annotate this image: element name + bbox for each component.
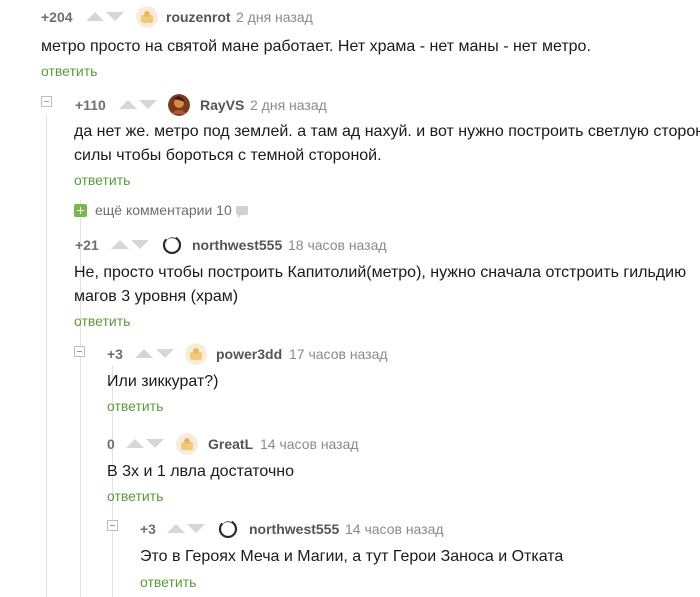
reply-link[interactable]: ответить xyxy=(74,172,130,188)
reply-link[interactable]: ответить xyxy=(74,313,130,329)
upvote-icon[interactable] xyxy=(86,12,104,21)
expand-plus-icon xyxy=(74,204,87,217)
user-photo-avatar[interactable] xyxy=(168,94,190,116)
comment-timestamp: 14 часов назад xyxy=(345,521,444,537)
comment-rating: +3 xyxy=(140,521,156,537)
comment-timestamp: 2 дня назад xyxy=(236,9,313,25)
comment-text-line: силы чтобы бороться с темной стороной. xyxy=(74,147,382,164)
upvote-icon[interactable] xyxy=(126,439,144,448)
ring-avatar-icon[interactable] xyxy=(161,234,183,256)
downvote-icon[interactable] xyxy=(156,349,174,358)
comment-bubble-icon xyxy=(236,206,248,218)
comment: 0 GreatL 14 часов назад В 3х и 1 лвла до… xyxy=(0,427,700,512)
comment-rating: +204 xyxy=(41,9,73,25)
comment-username[interactable]: northwest555 xyxy=(192,237,282,253)
downvote-icon[interactable] xyxy=(139,100,157,109)
comment: +3 power3dd 17 часов назад Или зиккурат?… xyxy=(0,337,700,417)
comment-text: В 3х и 1 лвла достаточно xyxy=(107,463,295,480)
comment: +110 RayVS 2 дня назад да нет же. метро … xyxy=(0,88,700,188)
comment-username[interactable]: northwest555 xyxy=(249,521,339,537)
more-comments-label: ещё комментарии 10 xyxy=(95,202,232,218)
comment-username[interactable]: RayVS xyxy=(200,97,244,113)
downvote-icon[interactable] xyxy=(131,240,149,249)
comment-text-line: магов 3 уровня (храм) xyxy=(74,288,239,305)
comment-text: метро просто на святой мане работает. Не… xyxy=(41,38,591,55)
upvote-icon[interactable] xyxy=(111,240,129,249)
upvote-icon[interactable] xyxy=(135,349,153,358)
comment-timestamp: 17 часов назад xyxy=(289,346,388,362)
comment-rating: +3 xyxy=(107,346,123,362)
reply-link[interactable]: ответить xyxy=(107,488,163,504)
comment-username[interactable]: power3dd xyxy=(216,346,282,362)
downvote-icon[interactable] xyxy=(187,524,205,533)
comment-rating: +21 xyxy=(75,237,99,253)
downvote-icon[interactable] xyxy=(146,439,164,448)
comment: +21 northwest555 18 часов назад Не, прос… xyxy=(0,228,700,329)
comment-text-line: да нет же. метро под землей. а там ад на… xyxy=(74,123,700,140)
reply-link[interactable]: ответить xyxy=(107,398,163,414)
reply-link[interactable]: ответить xyxy=(140,574,196,590)
comment-rating: 0 xyxy=(107,436,115,452)
comment: +204 rouzenrot 2 дня назад метро просто … xyxy=(0,0,700,85)
comment-timestamp: 14 часов назад xyxy=(260,436,359,452)
ring-avatar-icon[interactable] xyxy=(217,518,239,540)
downvote-icon[interactable] xyxy=(106,12,124,21)
upvote-icon[interactable] xyxy=(167,524,185,533)
placeholder-avatar-icon[interactable] xyxy=(136,6,158,28)
comment: +3 northwest555 14 часов назад Это в Гер… xyxy=(0,512,700,597)
placeholder-avatar-icon[interactable] xyxy=(176,433,198,455)
reply-link[interactable]: ответить xyxy=(41,63,97,79)
placeholder-avatar-icon[interactable] xyxy=(185,343,207,365)
comment-text: Это в Героях Меча и Магии, а тут Герои З… xyxy=(140,548,564,565)
more-comments-button[interactable]: ещё комментарии 10 xyxy=(74,202,254,220)
comment-timestamp: 18 часов назад xyxy=(288,237,387,253)
comment-text: Или зиккурат?) xyxy=(107,373,219,390)
comment-rating: +110 xyxy=(75,97,106,113)
comment-text-line: Не, просто чтобы построить Капитолий(мет… xyxy=(74,264,687,281)
comment-username[interactable]: GreatL xyxy=(208,436,253,452)
comment-timestamp: 2 дня назад xyxy=(250,97,327,113)
comment-username[interactable]: rouzenrot xyxy=(166,9,231,25)
upvote-icon[interactable] xyxy=(119,100,137,109)
